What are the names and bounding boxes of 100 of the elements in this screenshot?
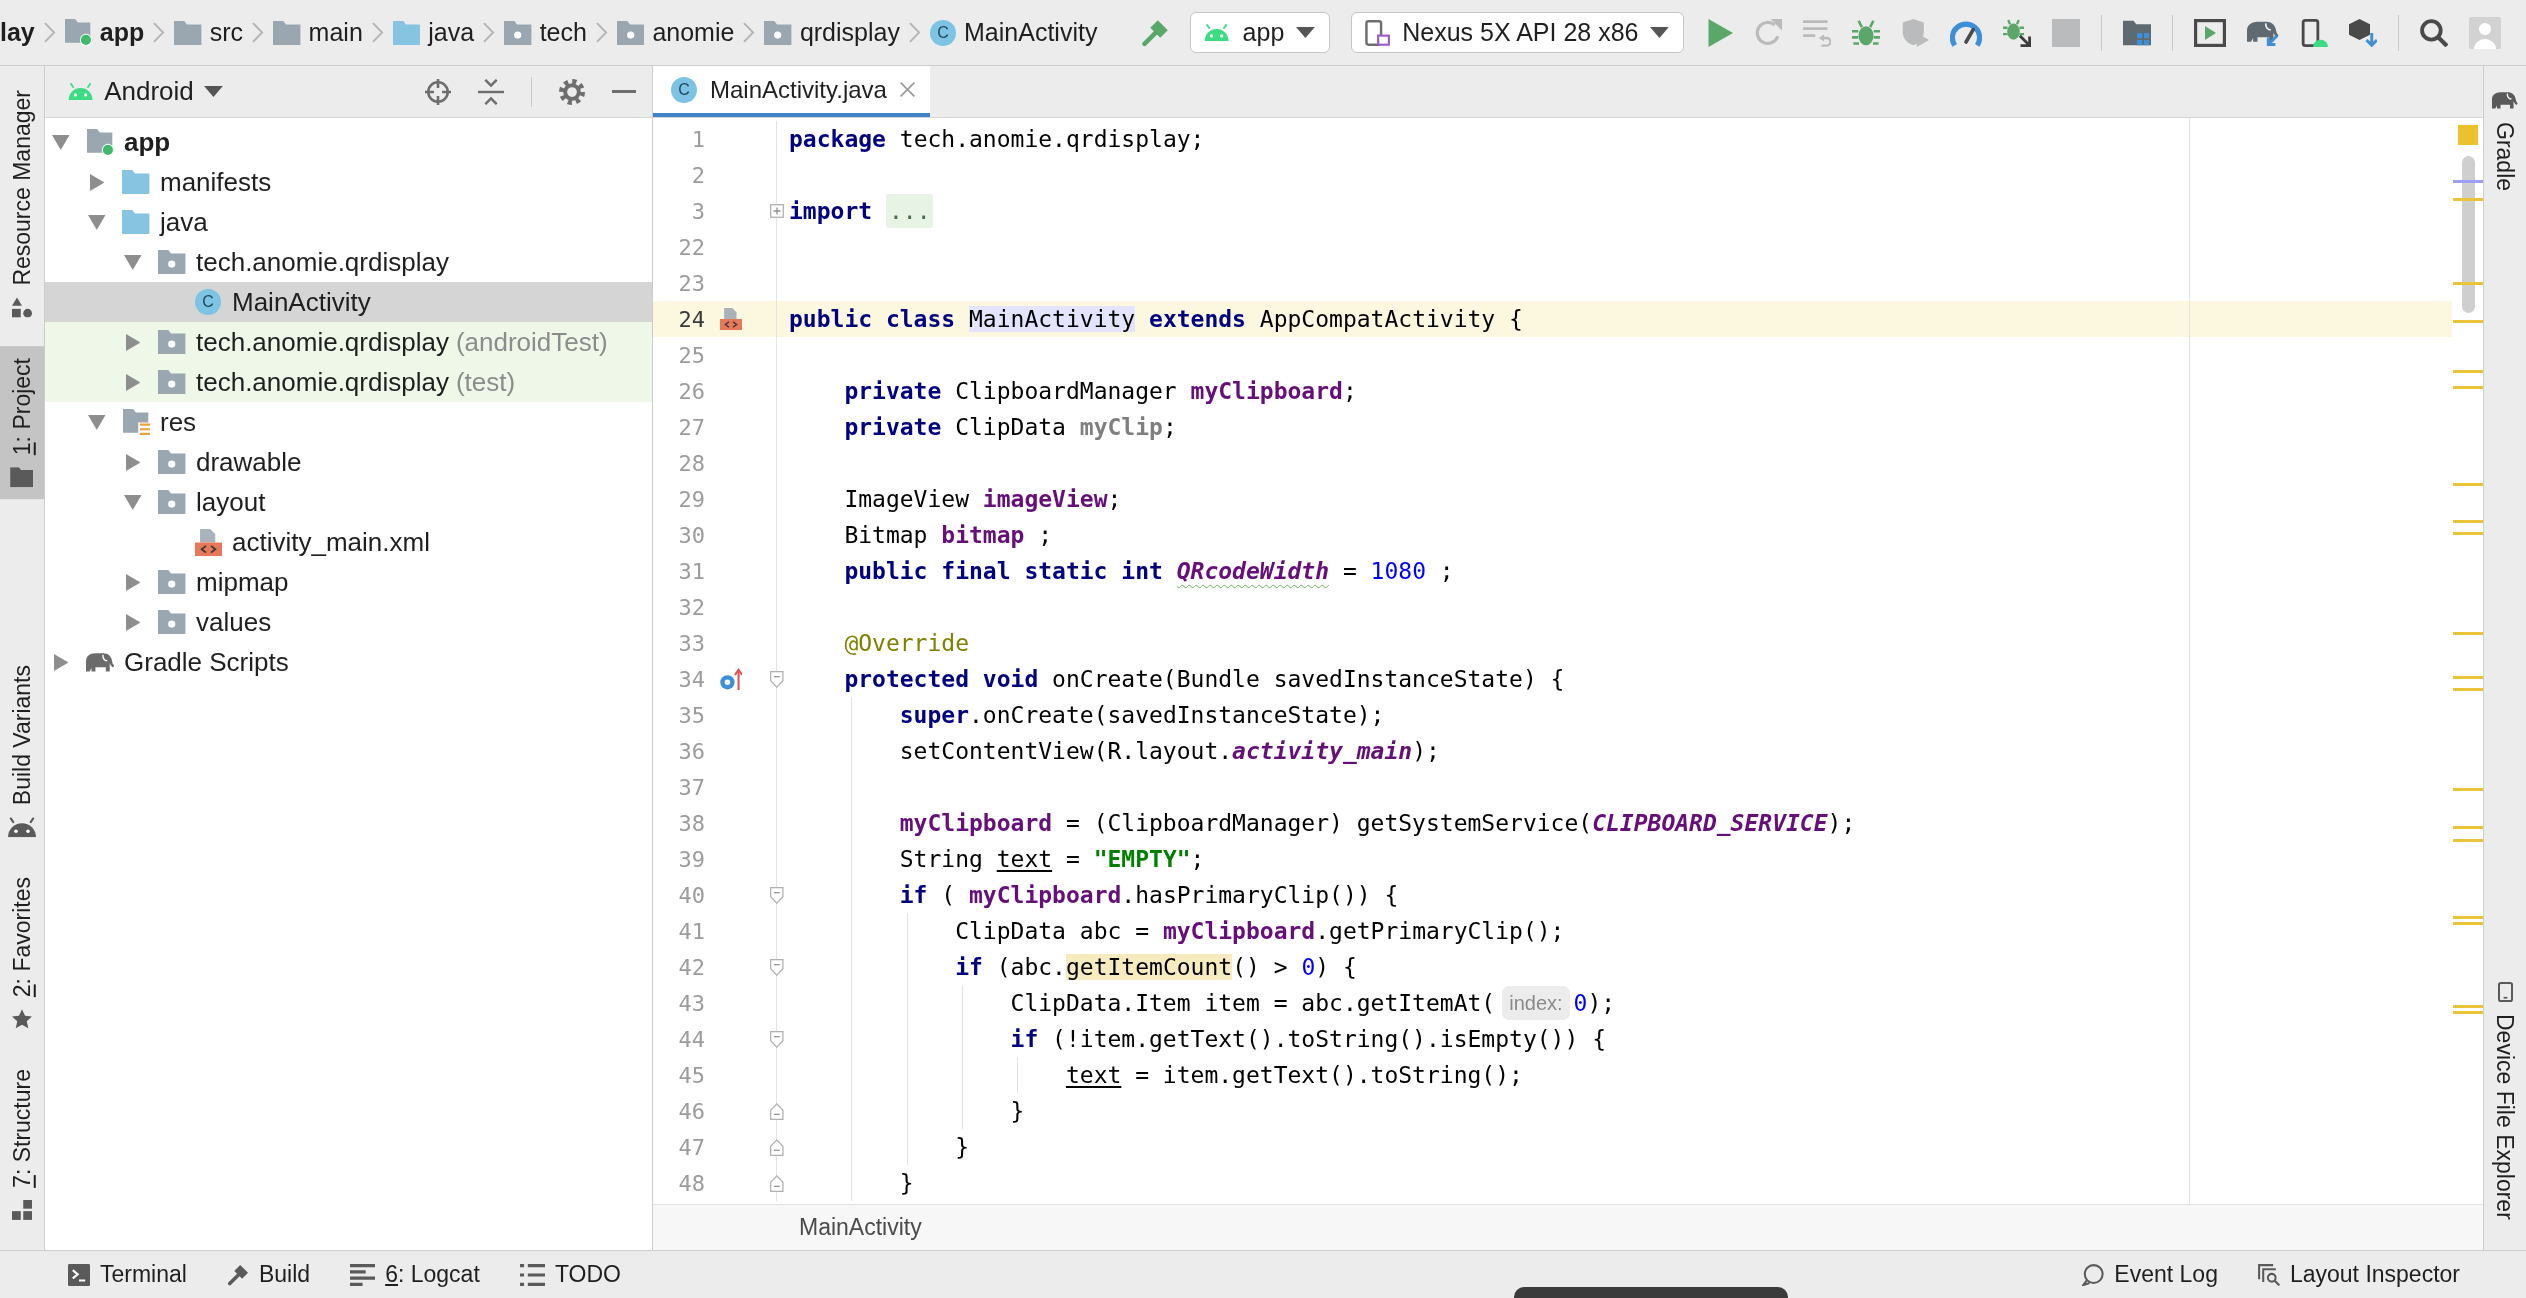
fold-expand-icon[interactable] <box>770 204 784 218</box>
search-icon[interactable] <box>2419 18 2448 47</box>
code-line: myClipboard = (ClipboardManager) getSystemService(CLIPBOARD_SERVICE); <box>899 808 1856 838</box>
device-dropdown[interactable]: Nexus 5X API 28 x86 <box>1351 12 1685 53</box>
tree-item[interactable]: Gradle Scripts <box>45 642 652 682</box>
crosshair-icon[interactable] <box>425 78 451 105</box>
breadcrumb-item[interactable]: tech <box>504 13 587 52</box>
fold-collapse-icon[interactable] <box>770 958 784 976</box>
tool-window-tab[interactable]: Gradle <box>2484 78 2526 204</box>
code-line: ImageView imageView; <box>844 484 1122 514</box>
phone-android-icon[interactable] <box>2299 18 2328 47</box>
tree-item[interactable]: tech.anomie.qrdisplay <box>45 242 652 282</box>
settings-icon[interactable] <box>559 78 585 105</box>
folder-icon <box>122 210 150 234</box>
line-number: 31 <box>677 557 706 586</box>
caret-right-icon[interactable] <box>125 573 141 591</box>
view-selector[interactable]: Android <box>67 72 223 111</box>
caret-down-icon[interactable] <box>88 414 106 430</box>
line-number: 2 <box>690 161 706 190</box>
folded-code-button[interactable]: ... <box>885 193 934 229</box>
avatar-icon[interactable] <box>2468 16 2501 49</box>
breadcrumb-item[interactable]: java <box>392 13 475 52</box>
breadcrumb-item[interactable]: MainActivity <box>799 1210 922 1245</box>
tree-item[interactable]: res <box>45 402 652 442</box>
code-line: Bitmap bitmap ; <box>844 520 1053 550</box>
fold-collapse-icon[interactable] <box>770 670 784 688</box>
tool-window-tab[interactable]: Terminal <box>56 1253 199 1296</box>
package-folder-icon <box>158 370 186 394</box>
tool-window-tab[interactable]: 6: Logcat <box>338 1253 492 1296</box>
tree-item[interactable]: app <box>45 122 652 162</box>
caret-right-icon[interactable] <box>125 613 141 631</box>
tool-window-tab[interactable]: Device File Explorer <box>2484 970 2526 1232</box>
line-number: 28 <box>677 449 706 478</box>
close-icon[interactable] <box>899 82 915 97</box>
tree-item[interactable]: layout <box>45 482 652 522</box>
tree-item[interactable]: drawable <box>45 442 652 482</box>
bug-arrow-icon[interactable] <box>2003 18 2032 47</box>
scrollbar-thumb[interactable] <box>2462 156 2475 313</box>
breadcrumb-item[interactable]: qrdisplay <box>764 13 900 52</box>
fold-end-icon[interactable] <box>770 1102 784 1120</box>
fold-end-icon[interactable] <box>770 1174 784 1192</box>
tree-item[interactable]: mipmap <box>45 562 652 602</box>
config-dropdown[interactable]: app <box>1190 12 1331 53</box>
caret-right-icon[interactable] <box>53 653 69 671</box>
tool-window-tab[interactable]: Layout Inspector <box>2245 1253 2472 1296</box>
tool-window-tab[interactable]: 7: Structure <box>0 1057 44 1232</box>
breadcrumb-item[interactable]: app <box>64 13 145 52</box>
tool-window-tab[interactable]: 1: Project <box>0 345 44 499</box>
code-line: } <box>1010 1096 1025 1126</box>
tool-window-tab[interactable]: Resource Manager <box>0 78 44 330</box>
xml-file-icon <box>194 528 222 556</box>
tool-window-tab[interactable]: Event Log <box>2070 1253 2230 1296</box>
breadcrumb-item[interactable]: C MainActivity <box>930 13 1098 52</box>
caret-right-icon[interactable] <box>125 373 141 391</box>
code-line: ClipData abc = myClipboard.getPrimaryClip(); <box>955 916 1565 946</box>
code-line: if (!item.getText().toString().isEmpty()) { <box>1010 1024 1606 1054</box>
tool-window-tab[interactable]: TODO <box>507 1253 633 1296</box>
resource-folder-icon <box>122 408 150 436</box>
fold-collapse-icon[interactable] <box>770 886 784 904</box>
breadcrumb-item[interactable]: src <box>174 13 244 52</box>
tool-window-tab[interactable]: Build Variants <box>0 652 44 849</box>
chevron-right-icon <box>482 22 496 43</box>
chevron-right-icon <box>742 22 756 43</box>
tree-item[interactable]: activity_main.xml <box>45 522 652 562</box>
caret-down-icon[interactable] <box>88 214 106 230</box>
fold-end-icon[interactable] <box>770 1138 784 1156</box>
tree-item[interactable]: java <box>45 202 652 242</box>
lines-icon <box>350 1263 376 1286</box>
line-number: 47 <box>677 1133 706 1162</box>
xml-file-icon[interactable] <box>720 308 742 330</box>
folder-grid-icon[interactable] <box>2123 18 2152 47</box>
caret-right-icon[interactable] <box>125 453 141 471</box>
caret-right-icon[interactable] <box>89 173 105 191</box>
tool-window-tab[interactable]: 2: Favorites <box>0 864 44 1042</box>
breadcrumb-item[interactable]: lay <box>0 13 35 52</box>
hammer-icon[interactable] <box>1141 18 1170 47</box>
tool-window-tab[interactable]: Build <box>214 1253 323 1296</box>
caret-down-icon[interactable] <box>124 494 142 510</box>
breadcrumb-item[interactable]: main <box>273 13 363 52</box>
code-line: import <box>789 196 873 226</box>
tree-item[interactable]: C MainActivity <box>45 282 652 322</box>
fold-collapse-icon[interactable] <box>770 1030 784 1048</box>
bug-icon[interactable] <box>1852 18 1881 47</box>
circle-up-arrow-icon[interactable] <box>720 668 742 690</box>
breadcrumb-item[interactable]: anomie <box>617 13 735 52</box>
cube-arrow-icon[interactable] <box>2348 18 2377 47</box>
android-icon <box>67 83 95 100</box>
caret-right-icon[interactable] <box>125 333 141 351</box>
caret-down-icon[interactable] <box>124 254 142 270</box>
speech-bubble-icon <box>2082 1263 2105 1286</box>
module-folder-icon <box>64 19 92 46</box>
tree-item[interactable]: tech.anomie.qrdisplay (androidTest) <box>45 322 652 362</box>
tree-item[interactable]: tech.anomie.qrdisplay (test) <box>45 362 652 402</box>
tree-item[interactable]: manifests <box>45 162 652 202</box>
tree-item[interactable]: values <box>45 602 652 642</box>
code-line: if ( myClipboard.hasPrimaryClip()) { <box>899 880 1399 910</box>
editor-tab[interactable]: C MainActivity.java <box>653 66 930 117</box>
screen-play-icon[interactable] <box>2194 18 2227 47</box>
caret-down-icon[interactable] <box>52 134 70 150</box>
collapse-arrows-icon[interactable] <box>478 78 504 105</box>
